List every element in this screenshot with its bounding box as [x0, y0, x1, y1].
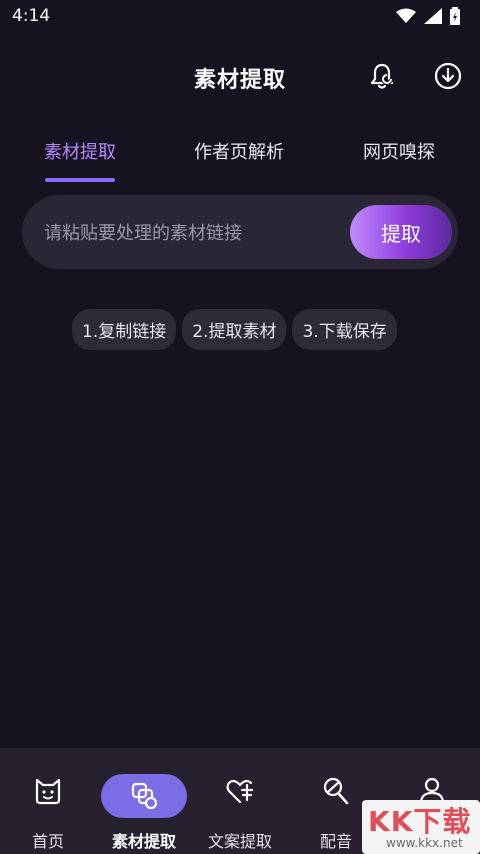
nav-item-material-extract[interactable]: 素材提取 [96, 760, 192, 851]
nav-item-home[interactable]: 首页 [0, 760, 96, 851]
steps-guide: 1.复制链接 2.提取素材 3.下载保存 [72, 309, 397, 350]
active-tab-indicator [45, 178, 115, 182]
status-bar: 4:14 [0, 0, 480, 32]
tab-author-page-parse[interactable]: 作者页解析 [194, 138, 284, 164]
page-title: 素材提取 [193, 68, 286, 93]
status-icons [396, 7, 460, 25]
link-input[interactable] [42, 215, 346, 251]
nav-label-home: 首页 [31, 832, 64, 851]
nav-label-copy-extract: 文案提取 [207, 832, 272, 851]
link-input-box: 提取 [22, 195, 458, 269]
notification-bell-icon[interactable] [366, 60, 398, 92]
nav-item-copy-extract[interactable]: 文案提取 [192, 760, 288, 851]
download-icon[interactable] [432, 60, 464, 92]
status-time: 4:14 [12, 6, 51, 26]
material-extract-icon [131, 782, 158, 810]
extract-button[interactable]: 提取 [350, 205, 452, 259]
tab-material-extract[interactable]: 素材提取 [44, 138, 116, 164]
step-chip-download-save: 3.下载保存 [292, 309, 397, 350]
tab-bar: 素材提取 作者页解析 网页嗅探 [0, 130, 480, 186]
home-icon [35, 778, 61, 805]
watermark-text: KK下载 [368, 805, 472, 838]
watermark-url: www.kkx.net [386, 836, 463, 850]
step-chip-copy-link: 1.复制链接 [72, 309, 177, 350]
watermark-logo: KK下载 www.kkx.net [362, 800, 480, 854]
signal-icon [424, 8, 442, 24]
title-bar: 素材提取 [0, 48, 480, 104]
battery-icon [450, 7, 460, 25]
wifi-icon [396, 8, 416, 23]
step-chip-extract-material: 2.提取素材 [182, 309, 287, 350]
nav-label-material-extract: 素材提取 [111, 832, 176, 851]
copy-extract-icon [226, 779, 254, 804]
tab-web-sniff[interactable]: 网页嗅探 [363, 138, 435, 164]
dubbing-icon [323, 777, 349, 805]
